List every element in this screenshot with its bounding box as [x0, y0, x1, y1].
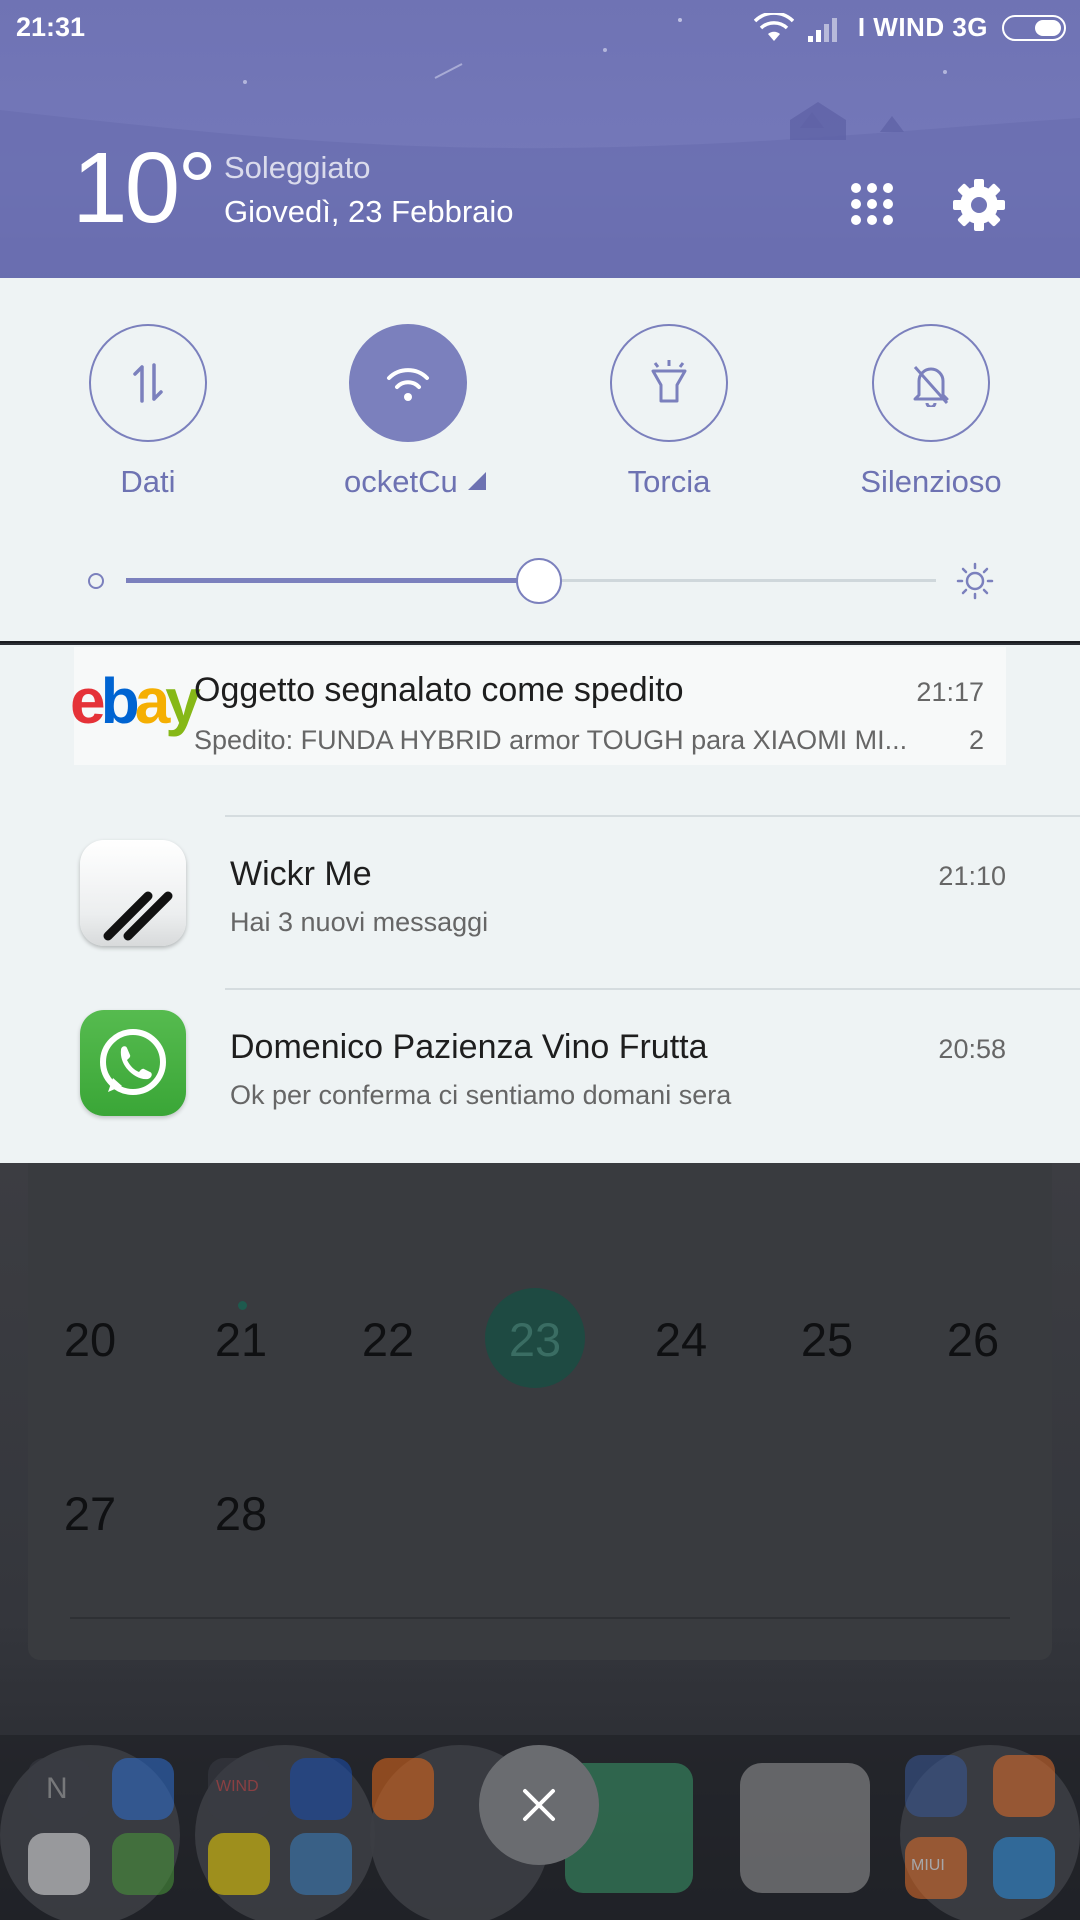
wifi-network-label: ocketCu	[344, 464, 456, 499]
calendar-widget	[28, 1163, 1052, 1660]
toggle-label: Torcia	[627, 464, 711, 499]
wifi-status-icon	[753, 12, 794, 41]
brightness-high-icon	[956, 562, 994, 600]
data-arrows-icon	[133, 363, 163, 403]
notification-text: Ok per conferma ci sentiamo domani sera	[230, 1080, 732, 1110]
facebook-icon	[905, 1755, 967, 1817]
notification-text: Hai 3 nuovi messaggi	[230, 907, 489, 937]
camera-icon[interactable]	[740, 1763, 870, 1893]
notification-time: 21:10	[938, 861, 1006, 891]
carrier-label: I WIND 3G	[857, 12, 988, 42]
clock: 21:31	[16, 12, 86, 42]
calendar-event-dot	[238, 1301, 247, 1310]
notification-wickr[interactable]: Wickr Me Hai 3 nuovi messaggi 21:10	[0, 817, 1080, 987]
bell-off-icon	[913, 366, 949, 407]
poste-app-icon	[208, 1833, 270, 1895]
wickr-icon	[80, 840, 186, 946]
grid-icon	[851, 183, 893, 225]
notification-text: Spedito: FUNDA HYBRID armor TOUGH para X…	[194, 725, 908, 755]
toggle-data[interactable]: Dati	[88, 324, 208, 499]
battery-icon	[1002, 14, 1066, 41]
slider-fill	[126, 578, 540, 583]
notification-whatsapp[interactable]: Domenico Pazienza Vino Frutta Ok per con…	[0, 990, 1080, 1162]
calendar-day[interactable]: 21	[181, 1312, 301, 1367]
messenger-icon	[993, 1837, 1055, 1899]
app-icon	[112, 1833, 174, 1895]
calendar-day[interactable]: 25	[767, 1312, 887, 1367]
paypal-icon	[290, 1758, 352, 1820]
slider-thumb[interactable]	[516, 558, 563, 604]
notification-header: 21:31 I WIND 3G 10° Soleggiato Giovedì, …	[0, 0, 1080, 278]
app-icon: N	[28, 1758, 90, 1820]
tinder-icon	[993, 1755, 1055, 1817]
notification-ebay[interactable]: ebay Oggetto segnalato come spedito Sped…	[70, 647, 1006, 765]
notification-title: Domenico Pazienza Vino Frutta	[230, 1028, 708, 1066]
firefox-icon	[372, 1758, 434, 1820]
ebay-logo: ebay	[70, 665, 201, 737]
close-icon	[523, 1789, 555, 1821]
maps-icon	[28, 1833, 90, 1895]
calendar-week: 20 21 22 23 24 25 26	[28, 1312, 1052, 1392]
close-button[interactable]	[479, 1745, 599, 1865]
settings-button[interactable]	[952, 178, 1006, 232]
calendar-day-today[interactable]: 23	[475, 1312, 595, 1367]
notification-title: Oggetto segnalato come spedito	[194, 671, 684, 709]
status-bar: 21:31 I WIND 3G	[0, 0, 1080, 56]
calendar-week: 27 28	[28, 1486, 1052, 1566]
google-earth-icon	[112, 1758, 174, 1820]
toggle-label: Dati	[120, 464, 176, 499]
date-label[interactable]: Giovedì, 23 Febbraio	[224, 194, 514, 230]
wind-app-icon: WIND	[208, 1758, 270, 1820]
vpn-app-icon	[290, 1833, 352, 1895]
toggle-wifi[interactable]: ocketCu	[344, 324, 486, 499]
gear-icon	[953, 179, 1005, 231]
flashlight-icon	[651, 360, 687, 403]
brightness-slider[interactable]	[0, 552, 1080, 612]
whatsapp-icon	[80, 1010, 186, 1116]
miui-icon: MIUI	[905, 1837, 967, 1899]
quick-settings-panel: Dati ocketCu Torcia Silenzioso	[0, 278, 1080, 643]
notification-list: ebay Oggetto segnalato come spedito Sped…	[0, 645, 1080, 1163]
notification-time: 21:17	[916, 677, 984, 707]
calendar-day[interactable]: 24	[621, 1312, 741, 1367]
toggles-grid-button[interactable]	[848, 180, 896, 228]
brightness-low-icon	[88, 573, 104, 589]
wifi-icon	[387, 368, 429, 401]
calendar-day[interactable]: 20	[30, 1312, 150, 1367]
toggle-flashlight[interactable]: Torcia	[609, 324, 729, 499]
signal-icon	[807, 17, 837, 42]
notification-title: Wickr Me	[230, 855, 372, 893]
calendar-divider	[70, 1617, 1010, 1619]
expand-triangle-icon	[468, 472, 486, 490]
calendar-day[interactable]: 26	[913, 1312, 1033, 1367]
notification-time: 20:58	[938, 1034, 1006, 1064]
temperature[interactable]: 10°	[72, 138, 217, 238]
calendar-day[interactable]: 22	[328, 1312, 448, 1367]
toggle-silent[interactable]: Silenzioso	[860, 324, 1002, 499]
toggle-label: Silenzioso	[860, 464, 1002, 499]
notification-count: 2	[968, 725, 984, 755]
calendar-day[interactable]: 27	[30, 1486, 150, 1541]
calendar-day[interactable]: 28	[181, 1486, 301, 1541]
weather-condition: Soleggiato	[224, 150, 371, 185]
